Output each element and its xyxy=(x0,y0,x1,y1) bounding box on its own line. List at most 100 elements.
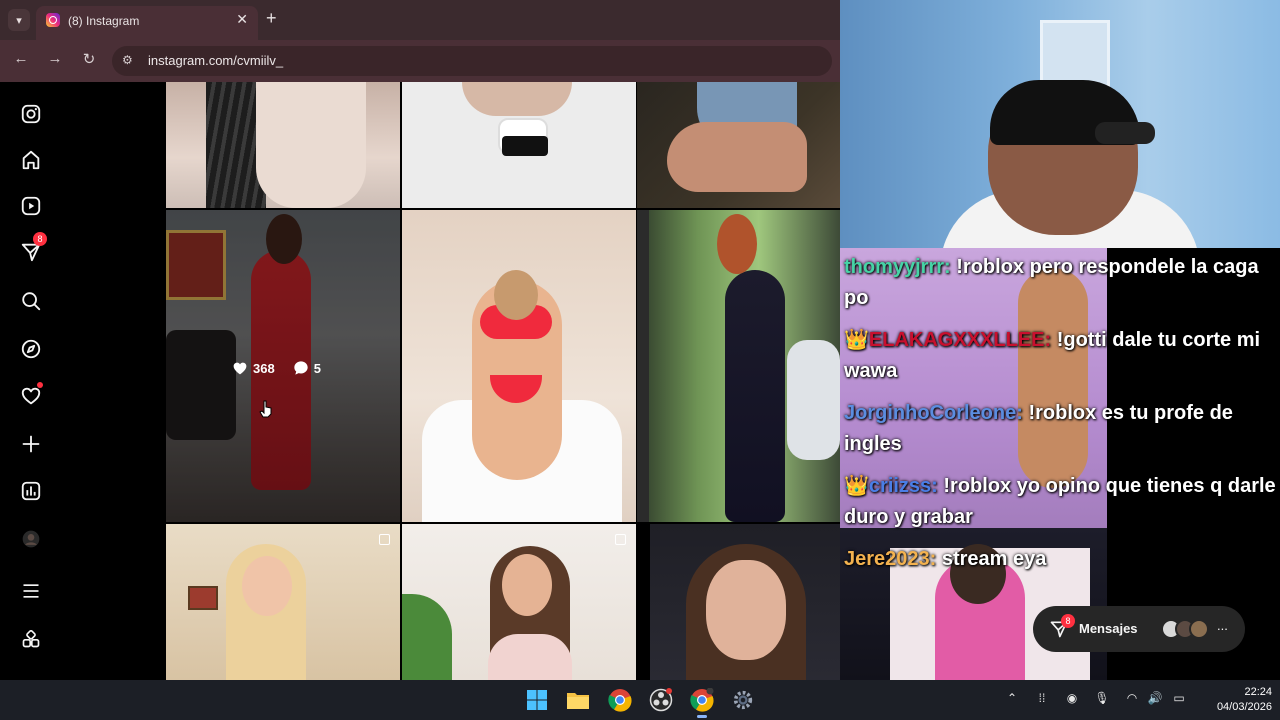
chat-username: ELAKAGXXXLLEE: xyxy=(868,329,1052,351)
wifi-icon[interactable]: ◠ xyxy=(1123,691,1141,709)
forward-button[interactable]: → xyxy=(44,50,66,72)
address-bar[interactable]: ⚙ instagram.com/cvmiilv_ xyxy=(112,46,832,76)
likes-count: 368 xyxy=(253,360,275,376)
home-icon[interactable] xyxy=(19,148,43,172)
post-image-detail xyxy=(402,594,452,680)
back-button[interactable]: ← xyxy=(10,50,32,72)
post-thumbnail[interactable] xyxy=(402,524,636,680)
show-hidden-icons-icon[interactable]: ⌃ xyxy=(1003,691,1021,709)
microphone-icon[interactable]: 🎙 xyxy=(1093,691,1111,709)
volume-icon[interactable]: 🔊 xyxy=(1146,691,1164,709)
dashboard-icon[interactable] xyxy=(19,479,43,503)
new-tab-button[interactable]: + xyxy=(266,8,277,29)
heart-icon xyxy=(233,362,247,375)
url-text: instagram.com/cvmiilv_ xyxy=(148,53,284,68)
browser-tabstrip: ▾ (8) Instagram ✕ + xyxy=(0,0,840,40)
battery-icon[interactable]: ▭ xyxy=(1170,691,1188,709)
more-menu-icon[interactable] xyxy=(19,579,43,603)
comment-icon xyxy=(294,361,308,375)
posts-grid: 368 5 xyxy=(166,82,840,680)
reload-button[interactable]: ↻ xyxy=(78,50,100,72)
notifications-dot xyxy=(37,382,43,388)
chrome-profile-icon[interactable] xyxy=(688,686,716,718)
obs-tray-icon[interactable]: ◉ xyxy=(1063,691,1081,709)
messages-pill-label: Mensajes xyxy=(1079,621,1138,636)
chat-username: criizss: xyxy=(868,475,938,497)
instagram-favicon-icon xyxy=(46,13,60,27)
chat-text: stream eya xyxy=(936,548,1047,570)
messages-badge: 8 xyxy=(33,232,47,246)
file-explorer-icon[interactable] xyxy=(564,686,592,714)
browser-toolbar: ← → ↻ ⚙ instagram.com/cvmiilv_ xyxy=(0,40,840,82)
tray-apps-icon[interactable]: ⁞⁞ xyxy=(1033,691,1051,709)
post-thumbnail[interactable] xyxy=(166,524,400,680)
clock-time: 22:24 xyxy=(1244,686,1272,698)
post-image-detail xyxy=(502,136,548,156)
screen: ▾ (8) Instagram ✕ + ← → ↻ ⚙ instagram.co… xyxy=(0,0,1280,720)
threads-apps-icon[interactable] xyxy=(19,627,43,651)
post-image-detail xyxy=(488,634,572,680)
chat-message: thomyyjrrr: !roblox pero respondele la c… xyxy=(844,252,1276,314)
tab-search-button[interactable]: ▾ xyxy=(8,9,30,31)
post-image-detail xyxy=(502,554,552,616)
taskbar-clock[interactable]: 22:24 04/03/2026 xyxy=(1198,685,1272,715)
instagram-sidebar: 8 xyxy=(0,82,62,680)
reels-icon[interactable] xyxy=(19,194,43,218)
post-thumbnail[interactable] xyxy=(650,524,840,680)
post-image-detail xyxy=(787,340,840,460)
webcam-overlay xyxy=(840,0,1280,248)
tab-instagram[interactable]: (8) Instagram ✕ xyxy=(36,6,258,40)
post-thumbnail[interactable] xyxy=(402,82,636,208)
post-image-detail xyxy=(256,82,366,208)
instagram-logo-icon[interactable] xyxy=(19,102,43,126)
clock-date: 04/03/2026 xyxy=(1216,701,1272,713)
webcam-person-cap-brim xyxy=(1095,122,1155,144)
settings-icon[interactable] xyxy=(729,686,757,714)
post-image-detail xyxy=(188,586,218,610)
messages-avatars xyxy=(1161,619,1209,639)
post-stats: 368 5 xyxy=(232,360,321,376)
avatar xyxy=(1189,619,1209,639)
tab-title: (8) Instagram xyxy=(68,14,140,28)
crown-badge-icon: 👑 xyxy=(844,475,869,497)
comments-count: 5 xyxy=(313,360,321,376)
post-image-detail xyxy=(717,214,757,274)
chat-message: Jere2023: stream eya xyxy=(844,544,1276,575)
post-thumbnail[interactable] xyxy=(637,210,840,522)
chat-username: thomyyjrrr: xyxy=(844,256,951,278)
site-settings-icon[interactable]: ⚙ xyxy=(122,53,138,69)
close-tab-icon[interactable]: ✕ xyxy=(236,11,248,28)
post-thumbnail[interactable] xyxy=(637,82,840,208)
post-image-detail xyxy=(637,210,649,522)
messages-pill[interactable]: 8 Mensajes ... xyxy=(1033,606,1245,652)
chat-username: JorginhoCorleone: xyxy=(844,402,1023,424)
chat-message: 👑ELAKAGXXXLLEE: !gotti dale tu corte mi … xyxy=(844,325,1276,387)
obs-icon[interactable] xyxy=(647,686,675,714)
post-thumbnail[interactable] xyxy=(402,210,636,522)
post-image-detail xyxy=(462,82,572,116)
messages-icon[interactable]: 8 xyxy=(19,232,47,264)
post-thumbnail[interactable] xyxy=(166,82,400,208)
post-image-detail xyxy=(494,270,538,320)
crown-badge-icon: 👑 xyxy=(844,329,869,351)
create-icon[interactable] xyxy=(19,432,43,456)
hand-cursor-icon xyxy=(259,400,272,418)
chat-username: Jere2023: xyxy=(844,548,937,570)
profile-avatar[interactable] xyxy=(19,527,43,551)
notifications-icon[interactable] xyxy=(19,382,43,408)
post-image-detail xyxy=(706,560,786,660)
instagram-page: 8 368 5 xyxy=(0,82,840,680)
search-icon[interactable] xyxy=(19,289,43,313)
post-image-detail xyxy=(725,270,785,522)
carousel-icon xyxy=(615,534,626,545)
windows-taskbar: ⌃ ⁞⁞ ◉ 🎙 ◠ 🔊 ▭ 22:24 04/03/2026 xyxy=(0,680,1280,720)
post-image-detail xyxy=(242,556,292,616)
chat-message: 👑criizss: !roblox yo opino que tienes q … xyxy=(844,471,1276,533)
windows-start-icon[interactable] xyxy=(523,686,551,714)
messages-pill-badge: 8 xyxy=(1061,614,1075,628)
explore-icon[interactable] xyxy=(19,337,43,361)
post-thumbnail-hovered[interactable]: 368 5 xyxy=(166,210,400,522)
chat-message: JorginhoCorleone: !roblox es tu profe de… xyxy=(844,398,1276,460)
comments-stat: 5 xyxy=(293,360,321,376)
chrome-icon[interactable] xyxy=(606,686,634,714)
